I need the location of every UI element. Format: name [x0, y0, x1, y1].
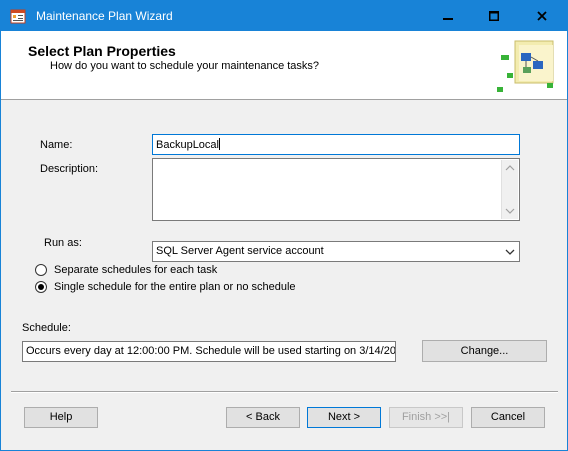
text-caret	[219, 138, 220, 150]
run-as-dropdown[interactable]: SQL Server Agent service account	[152, 241, 520, 262]
page-title: Select Plan Properties	[28, 43, 176, 59]
schedule-field: Occurs every day at 12:00:00 PM. Schedul…	[22, 341, 396, 362]
name-field-value: BackupLocal	[156, 139, 219, 151]
page-subtitle: How do you want to schedule your mainten…	[50, 60, 320, 72]
run-as-value: SQL Server Agent service account	[156, 245, 324, 257]
maximize-icon	[489, 11, 499, 21]
radio-selected-dot	[38, 284, 44, 290]
cancel-button[interactable]: Cancel	[471, 407, 545, 428]
radio-separate-schedules[interactable]	[35, 264, 47, 276]
app-icon	[10, 8, 26, 24]
help-button[interactable]: Help	[24, 407, 98, 428]
minimize-icon	[443, 18, 453, 20]
footer-divider-highlight	[11, 392, 558, 393]
schedule-value: Occurs every day at 12:00:00 PM. Schedul…	[26, 345, 396, 357]
schedule-label: Schedule:	[22, 322, 71, 334]
back-button[interactable]: < Back	[226, 407, 300, 428]
close-icon	[537, 11, 547, 21]
close-button[interactable]	[517, 1, 567, 31]
minimize-button[interactable]	[425, 1, 471, 31]
name-field[interactable]: BackupLocal	[152, 134, 520, 155]
finish-button: Finish >>|	[389, 407, 463, 428]
radio-single-schedule[interactable]	[35, 281, 47, 293]
wizard-header-art	[497, 40, 554, 92]
wizard-header: Select Plan Properties How do you want t…	[1, 31, 567, 99]
description-label: Description:	[40, 163, 99, 175]
maximize-button[interactable]	[471, 1, 517, 31]
title-bar[interactable]: Maintenance Plan Wizard	[1, 1, 567, 31]
window-title: Maintenance Plan Wizard	[36, 9, 173, 23]
scroll-up-icon[interactable]	[502, 160, 518, 176]
header-divider	[1, 99, 567, 100]
description-field[interactable]	[152, 158, 520, 221]
run-as-label: Run as:	[44, 237, 82, 249]
next-button[interactable]: Next >	[307, 407, 381, 428]
description-scrollbar[interactable]	[501, 160, 518, 219]
scroll-down-icon[interactable]	[502, 203, 518, 219]
change-schedule-button[interactable]: Change...	[422, 340, 547, 362]
chevron-down-icon	[505, 249, 515, 255]
name-label: Name:	[40, 139, 73, 151]
wizard-window: Maintenance Plan Wizard Select Plan Prop…	[0, 0, 568, 451]
radio-separate-label[interactable]: Separate schedules for each task	[54, 264, 217, 276]
radio-single-label[interactable]: Single schedule for the entire plan or n…	[54, 281, 296, 293]
